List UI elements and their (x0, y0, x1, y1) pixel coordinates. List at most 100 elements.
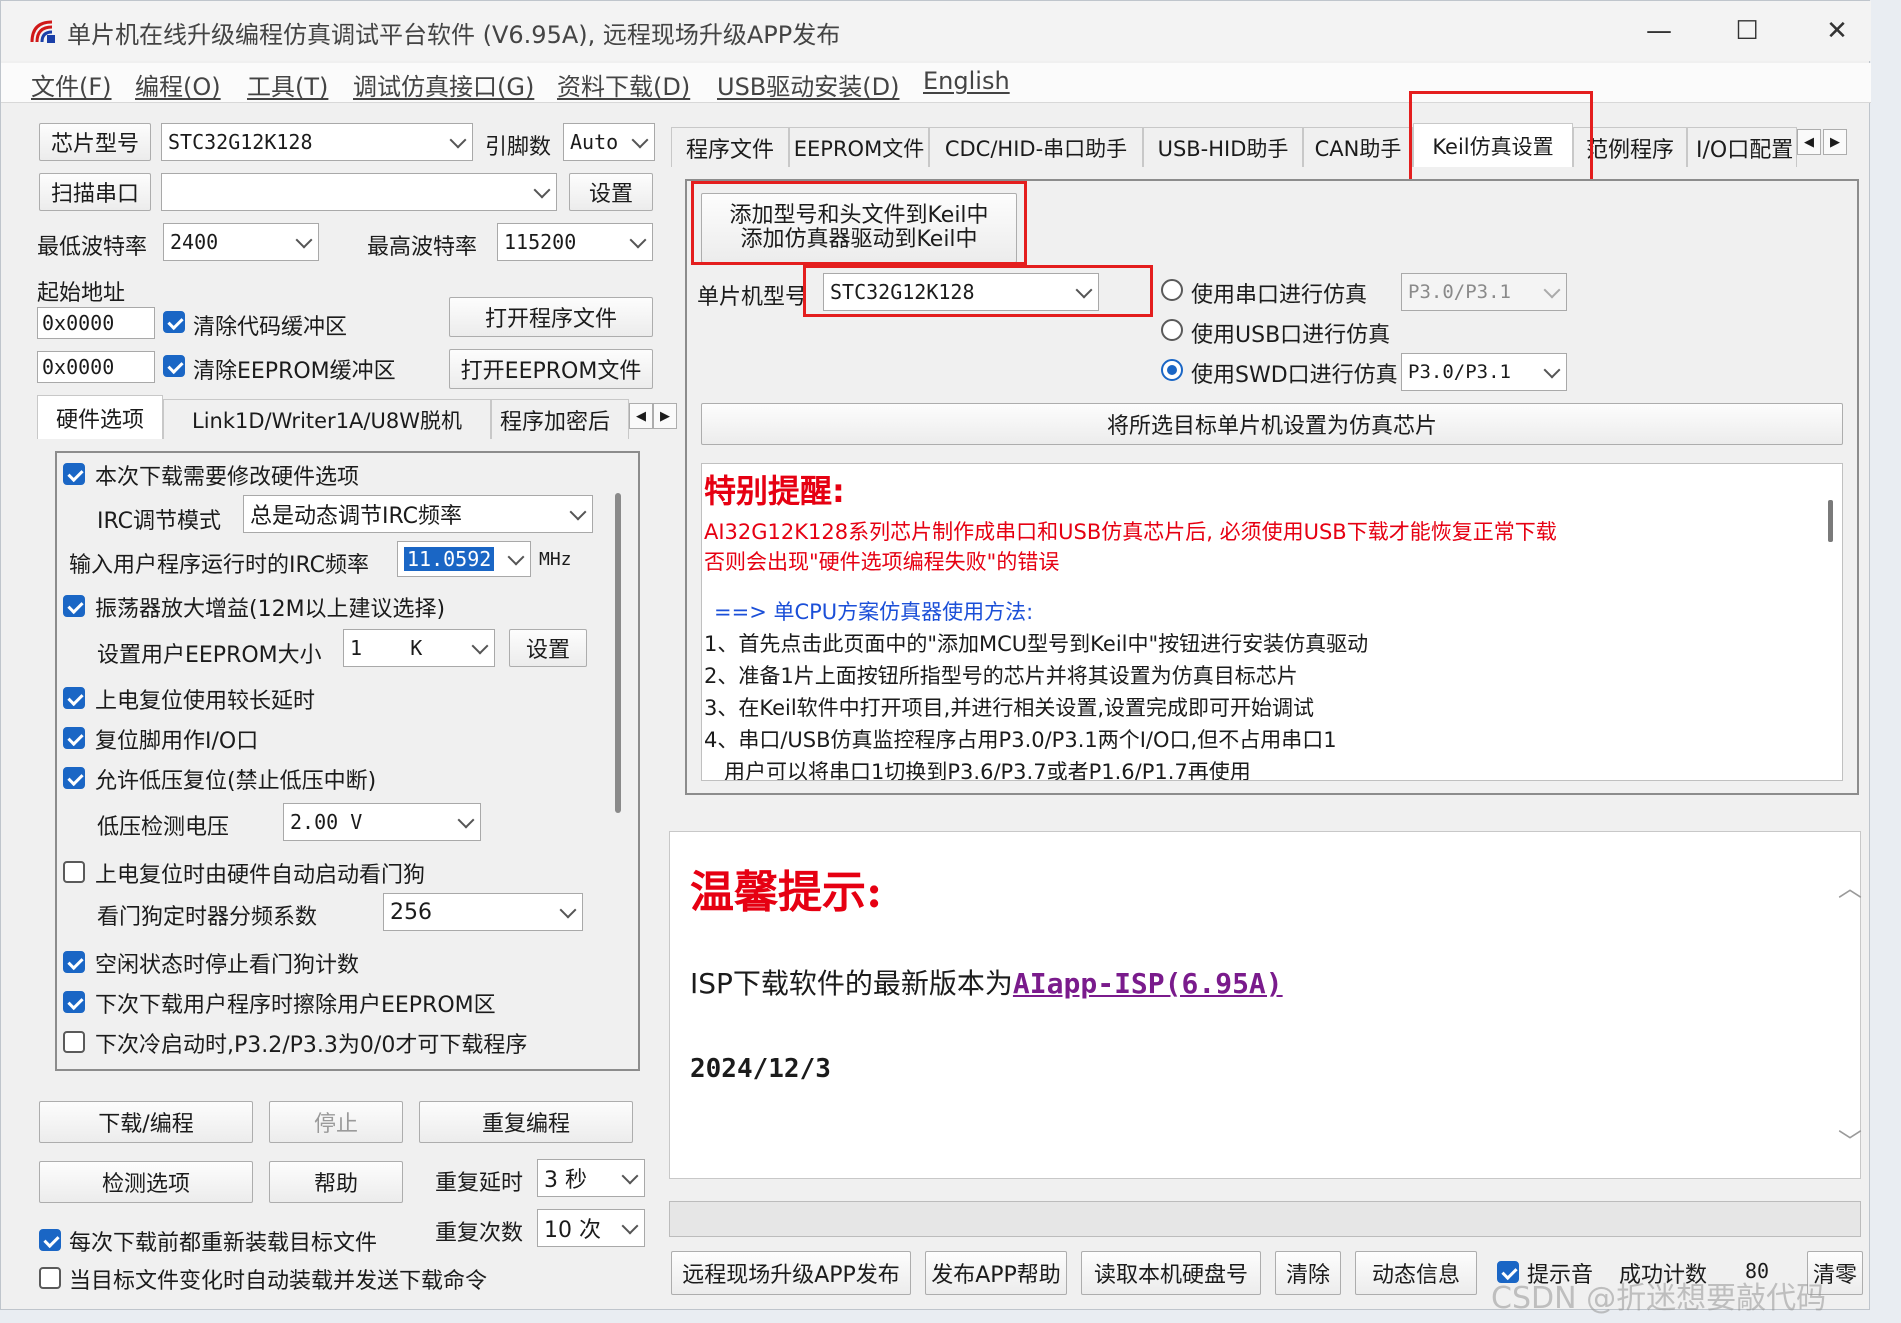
menu-file[interactable]: 文件(F) (31, 67, 112, 102)
scan-port-button[interactable]: 扫描串口 (39, 173, 151, 211)
serial-sim-port-select[interactable]: P3.0/P3.1 (1401, 273, 1567, 311)
menu-program[interactable]: 编程(O) (135, 67, 221, 102)
chevron-down-icon (629, 231, 647, 249)
usb-sim-radio[interactable] (1161, 319, 1183, 341)
min-baud-value: 2400 (170, 230, 219, 254)
panel-scrollbar[interactable] (615, 493, 621, 813)
stop-button[interactable]: 停止 (269, 1101, 403, 1143)
swd-sim-label: 使用SWD口进行仿真 (1191, 363, 1398, 388)
osc-gain-checkbox[interactable] (63, 595, 85, 617)
menu-downloads[interactable]: 资料下载(D) (557, 67, 690, 102)
clear-eeprom-checkbox[interactable] (163, 355, 185, 377)
swd-sim-port-select[interactable]: P3.0/P3.1 (1401, 353, 1567, 391)
menu-english[interactable]: English (923, 67, 1010, 95)
chevron-down-icon (457, 811, 475, 829)
reload-each-download-checkbox[interactable] (39, 1229, 61, 1251)
menu-debug[interactable]: 调试仿真接口(G) (353, 67, 534, 102)
clear-code-checkbox[interactable] (163, 311, 185, 333)
chip-type-button[interactable]: 芯片型号 (39, 123, 151, 161)
dynamic-info-button[interactable]: 动态信息 (1355, 1251, 1477, 1295)
min-baud-select[interactable]: 2400 (163, 223, 319, 261)
publish-app-button[interactable]: 远程现场升级APP发布 (671, 1251, 911, 1295)
minimize-button[interactable]: — (1631, 11, 1687, 51)
scroll-up-icon[interactable]: ︿ (1838, 868, 1862, 903)
tab-io-config[interactable]: I/O口配置 (1687, 127, 1797, 167)
code-start-address-input[interactable]: 0x0000 (37, 307, 155, 339)
pin-count-value: Auto (570, 130, 619, 154)
auto-watchdog-checkbox[interactable] (63, 861, 85, 883)
erase-eeprom-next-checkbox[interactable] (63, 991, 85, 1013)
download-program-button[interactable]: 下载/编程 (39, 1101, 253, 1143)
cold-start-condition-checkbox[interactable] (63, 1031, 85, 1053)
clear-button[interactable]: 清除 (1275, 1251, 1341, 1295)
open-program-file-button[interactable]: 打开程序文件 (449, 297, 653, 337)
tab-scroll-left-icon[interactable]: ◀ (629, 403, 653, 429)
isp-version-link[interactable]: AIapp-ISP(6.95A) (1013, 967, 1283, 1000)
check-options-button[interactable]: 检测选项 (39, 1161, 253, 1203)
menu-tools[interactable]: 工具(T) (247, 67, 328, 102)
eeprom-size-set-button[interactable]: 设置 (509, 629, 587, 667)
tab-can[interactable]: CAN助手 (1303, 127, 1413, 167)
tab-hardware-options[interactable]: 硬件选项 (37, 395, 163, 439)
open-eeprom-file-button[interactable]: 打开EEPROM文件 (449, 349, 653, 389)
irc-mode-select[interactable]: 总是动态调节IRC频率 (243, 495, 593, 533)
tab-cdc-hid-serial[interactable]: CDC/HID-串口助手 (929, 127, 1143, 167)
repeat-program-button[interactable]: 重复编程 (419, 1101, 633, 1143)
lvd-voltage-value: 2.00 V (290, 810, 363, 834)
progress-bar (669, 1201, 1861, 1237)
repeat-count-select[interactable]: 10 次 (537, 1209, 645, 1247)
erase-eeprom-next-label: 下次下载用户程序时擦除用户EEPROM区 (95, 993, 496, 1018)
tab-eeprom-file[interactable]: EEPROM文件 (789, 127, 929, 167)
modify-hw-options-checkbox[interactable] (63, 463, 85, 485)
notice-scrollbar[interactable] (1828, 500, 1833, 542)
chevron-down-icon (631, 131, 649, 149)
tab-program-encryption[interactable]: 程序加密后 (491, 399, 629, 439)
read-disk-id-button[interactable]: 读取本机硬盘号 (1081, 1251, 1261, 1295)
isp-version-text: ISP下载软件的最新版本为AIapp-ISP(6.95A) (690, 962, 1283, 1002)
reset-pin-io-checkbox[interactable] (63, 727, 85, 749)
low-voltage-reset-checkbox[interactable] (63, 767, 85, 789)
irc-frequency-select[interactable]: 11.0592 (397, 541, 531, 577)
close-button[interactable]: ✕ (1809, 11, 1865, 51)
lvd-voltage-select[interactable]: 2.00 V (283, 803, 481, 841)
idle-stop-watchdog-checkbox[interactable] (63, 951, 85, 973)
long-reset-delay-checkbox[interactable] (63, 687, 85, 709)
tab-scroll-left-icon[interactable]: ◀ (1797, 129, 1821, 155)
release-date: 2024/12/3 (690, 1054, 831, 1084)
app-window: 单片机在线升级编程仿真调试平台软件 (V6.95A), 远程现场升级APP发布 … (0, 0, 1871, 1316)
serial-sim-radio[interactable] (1161, 279, 1183, 301)
maximize-button[interactable]: ☐ (1719, 11, 1775, 51)
notice-line-1: AI32G12K128系列芯片制作成串口和USB仿真芯片后, 必须使用USB下载… (704, 520, 1557, 544)
tab-program-file[interactable]: 程序文件 (671, 127, 789, 167)
chip-type-select[interactable]: STC32G12K128 (161, 123, 473, 161)
eeprom-size-select[interactable]: 1 K (343, 629, 495, 667)
lvd-voltage-label: 低压检测电压 (97, 815, 230, 840)
irc-mode-label: IRC调节模式 (97, 509, 222, 534)
swd-sim-radio[interactable] (1161, 359, 1183, 381)
tab-scroll-right-icon[interactable]: ▶ (653, 403, 677, 429)
modify-hw-options-label: 本次下载需要修改硬件选项 (95, 465, 360, 490)
left-tab-strip: 硬件选项 Link1D/Writer1A/U8W脱机 程序加密后 ◀ ▶ (37, 395, 677, 439)
tab-usb-hid[interactable]: USB-HID助手 (1143, 127, 1303, 167)
watchdog-prescaler-select[interactable]: 256 (383, 893, 583, 931)
tab-offline-writer[interactable]: Link1D/Writer1A/U8W脱机 (163, 399, 491, 439)
auto-reload-on-change-checkbox[interactable] (39, 1267, 61, 1289)
menu-usb-driver[interactable]: USB驱动安装(D) (717, 67, 899, 102)
scroll-down-icon[interactable]: ﹀ (1838, 1122, 1862, 1157)
usb-sim-label: 使用USB口进行仿真 (1191, 323, 1391, 348)
publish-app-help-button[interactable]: 发布APP帮助 (925, 1251, 1067, 1295)
max-baud-select[interactable]: 115200 (497, 223, 653, 261)
pin-count-select[interactable]: Auto (563, 123, 655, 161)
step-2: 2、准备1片上面按钮所指型号的芯片并将其设置为仿真目标芯片 (704, 664, 1298, 688)
port-settings-button[interactable]: 设置 (569, 173, 653, 211)
tab-scroll-right-icon[interactable]: ▶ (1823, 129, 1847, 155)
irc-unit-label: MHz (539, 549, 572, 570)
help-button[interactable]: 帮助 (269, 1161, 403, 1203)
eeprom-start-address-input[interactable]: 0x0000 (37, 351, 155, 383)
isp-version-label: ISP下载软件的最新版本为 (690, 967, 1013, 1000)
set-target-chip-button[interactable]: 将所选目标单片机设置为仿真芯片 (701, 403, 1843, 445)
serial-port-select[interactable] (161, 173, 557, 211)
repeat-delay-select[interactable]: 3 秒 (537, 1159, 645, 1197)
irc-frequency-value: 11.0592 (404, 547, 495, 571)
keil-settings-panel: 添加型号和头文件到Keil中 添加仿真器驱动到Keil中 单片机型号 STC32… (685, 179, 1859, 795)
